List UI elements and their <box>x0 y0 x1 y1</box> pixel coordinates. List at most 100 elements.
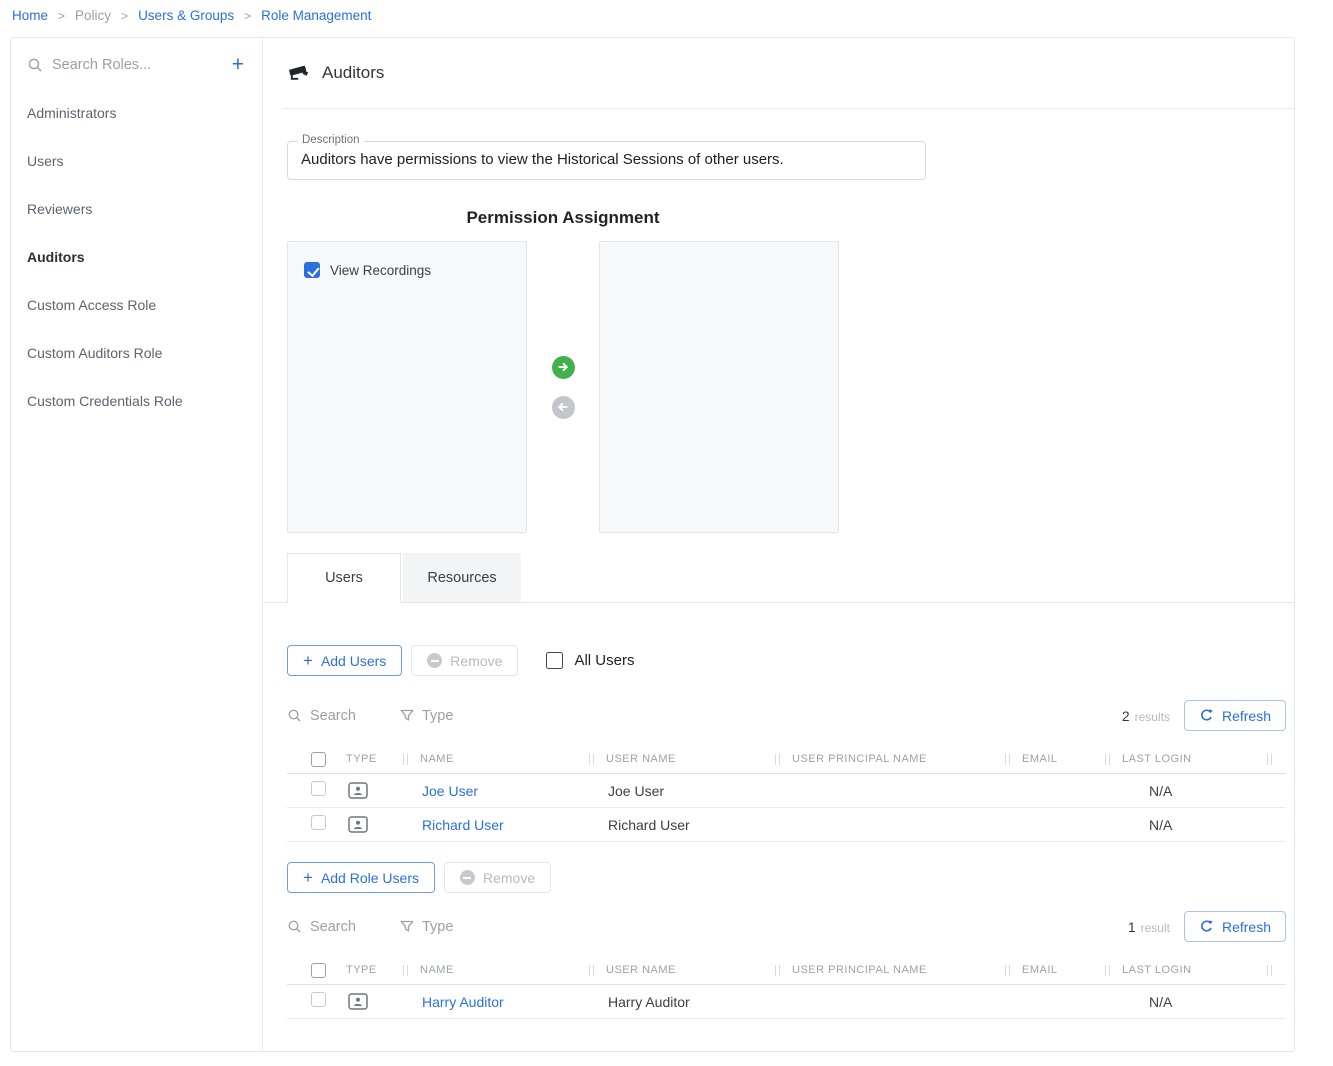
column-header-user-principal-name[interactable]: USER PRINCIPAL NAME <box>775 956 1005 984</box>
role-users-result-count: 1 result <box>1128 919 1170 935</box>
user-name-cell: Harry Auditor <box>589 994 775 1010</box>
refresh-label: Refresh <box>1222 919 1271 935</box>
users-search-filter[interactable]: Search <box>287 708 356 724</box>
search-roles-input[interactable] <box>52 57 221 73</box>
column-resize-handle[interactable] <box>1267 754 1272 765</box>
column-header-user-principal-name[interactable]: USER PRINCIPAL NAME <box>775 745 1005 773</box>
column-header-email[interactable]: EMAIL <box>1005 956 1105 984</box>
breadcrumb-link-users-groups[interactable]: Users & Groups <box>138 8 234 23</box>
column-resize-handle[interactable] <box>1005 754 1010 765</box>
users-toolbar: + Add Users Remove All Users <box>287 645 1294 676</box>
column-header-user-name[interactable]: USER NAME <box>589 956 775 984</box>
result-number: 1 <box>1128 919 1136 935</box>
type-filter-label: Type <box>422 919 453 935</box>
sidebar-item-reviewers[interactable]: Reviewers <box>11 185 262 233</box>
roles-sidebar: + Administrators Users Reviewers Auditor… <box>11 38 263 1051</box>
users-table-header: TYPE NAME USER NAME USER PRINCIPAL NAME … <box>287 745 1286 774</box>
breadcrumb-separator: > <box>121 9 128 23</box>
column-header-email[interactable]: EMAIL <box>1005 745 1105 773</box>
tab-users[interactable]: Users <box>287 553 401 603</box>
remove-role-users-label: Remove <box>483 870 535 886</box>
role-users-type-filter[interactable]: Type <box>400 919 453 935</box>
add-users-button[interactable]: + Add Users <box>287 645 402 676</box>
role-users-refresh-button[interactable]: Refresh <box>1184 911 1286 942</box>
select-all-checkbox[interactable] <box>311 963 326 978</box>
sidebar-item-custom-credentials-role[interactable]: Custom Credentials Role <box>11 377 262 425</box>
breadcrumb-link-home[interactable]: Home <box>12 8 48 23</box>
select-all-checkbox[interactable] <box>311 752 326 767</box>
row-checkbox[interactable] <box>311 781 326 796</box>
search-filter-label: Search <box>310 919 356 935</box>
description-value: Auditors have permissions to view the Hi… <box>301 151 912 168</box>
row-checkbox[interactable] <box>311 815 326 830</box>
result-word: results <box>1135 710 1170 724</box>
assign-permission-button[interactable] <box>552 356 575 379</box>
view-recordings-checkbox[interactable] <box>304 262 320 278</box>
all-users-toggle[interactable]: All Users <box>546 652 634 669</box>
permission-item-view-recordings[interactable]: View Recordings <box>304 262 510 278</box>
user-name-link[interactable]: Joe User <box>422 783 478 799</box>
column-resize-handle[interactable] <box>589 965 594 976</box>
column-resize-handle[interactable] <box>1267 965 1272 976</box>
column-header-user-name[interactable]: USER NAME <box>589 745 775 773</box>
column-resize-handle[interactable] <box>1105 754 1110 765</box>
all-users-checkbox[interactable] <box>546 652 563 669</box>
assignment-arrows <box>527 241 599 533</box>
permission-assignment-title: Permission Assignment <box>287 208 839 228</box>
description-field[interactable]: Description Auditors have permissions to… <box>287 141 926 180</box>
tab-resources[interactable]: Resources <box>403 553 521 603</box>
user-name-link[interactable]: Harry Auditor <box>422 994 504 1010</box>
role-users-search-filter[interactable]: Search <box>287 919 356 935</box>
role-users-table-header: TYPE NAME USER NAME USER PRINCIPAL NAME … <box>287 956 1286 985</box>
plus-icon: + <box>303 652 313 669</box>
remove-users-button[interactable]: Remove <box>411 645 518 676</box>
add-role-users-button[interactable]: + Add Role Users <box>287 862 435 893</box>
search-icon <box>287 708 302 723</box>
users-result-count: 2 results <box>1122 708 1170 724</box>
user-name-link[interactable]: Richard User <box>422 817 504 833</box>
column-header-last-login[interactable]: LAST LOGIN <box>1105 956 1250 984</box>
permission-label: View Recordings <box>330 263 431 278</box>
refresh-icon <box>1199 708 1214 723</box>
column-header-name[interactable]: NAME <box>403 956 589 984</box>
add-role-users-label: Add Role Users <box>321 870 419 886</box>
column-resize-handle[interactable] <box>589 754 594 765</box>
column-header-type[interactable]: TYPE <box>331 956 403 984</box>
column-resize-handle[interactable] <box>1005 965 1010 976</box>
table-row: Richard User Richard User N/A <box>287 808 1286 842</box>
column-resize-handle[interactable] <box>775 965 780 976</box>
column-resize-handle[interactable] <box>403 965 408 976</box>
search-filter-label: Search <box>310 708 356 724</box>
remove-role-users-button[interactable]: Remove <box>444 862 551 893</box>
id-card-user-icon <box>348 816 368 833</box>
result-word: result <box>1141 921 1170 935</box>
header-divider <box>283 108 1294 109</box>
tab-bar: Users Resources <box>263 553 1294 603</box>
column-header-name[interactable]: NAME <box>403 745 589 773</box>
sidebar-item-auditors[interactable]: Auditors <box>11 233 262 281</box>
column-header-last-login[interactable]: LAST LOGIN <box>1105 745 1250 773</box>
row-checkbox[interactable] <box>311 992 326 1007</box>
sidebar-item-custom-auditors-role[interactable]: Custom Auditors Role <box>11 329 262 377</box>
sidebar-item-users[interactable]: Users <box>11 137 262 185</box>
unassign-permission-button[interactable] <box>552 396 575 419</box>
column-resize-handle[interactable] <box>775 754 780 765</box>
search-icon <box>27 57 43 73</box>
available-permissions-box: View Recordings <box>287 241 527 533</box>
sidebar-item-administrators[interactable]: Administrators <box>11 89 262 137</box>
add-role-button[interactable]: + <box>230 54 246 75</box>
column-resize-handle[interactable] <box>403 754 408 765</box>
last-login-cell: N/A <box>1105 817 1250 833</box>
plus-icon: + <box>303 869 313 886</box>
breadcrumb-link-role-management[interactable]: Role Management <box>261 8 371 23</box>
assigned-permissions-box <box>599 241 839 533</box>
users-type-filter[interactable]: Type <box>400 708 453 724</box>
breadcrumb: Home > Policy > Users & Groups > Role Ma… <box>0 0 1333 31</box>
column-header-type[interactable]: TYPE <box>331 745 403 773</box>
column-resize-handle[interactable] <box>1105 965 1110 976</box>
user-name-cell: Richard User <box>589 817 775 833</box>
users-refresh-button[interactable]: Refresh <box>1184 700 1286 731</box>
page-title: Auditors <box>322 63 384 83</box>
sidebar-item-custom-access-role[interactable]: Custom Access Role <box>11 281 262 329</box>
role-management-panel: + Administrators Users Reviewers Auditor… <box>10 37 1295 1052</box>
